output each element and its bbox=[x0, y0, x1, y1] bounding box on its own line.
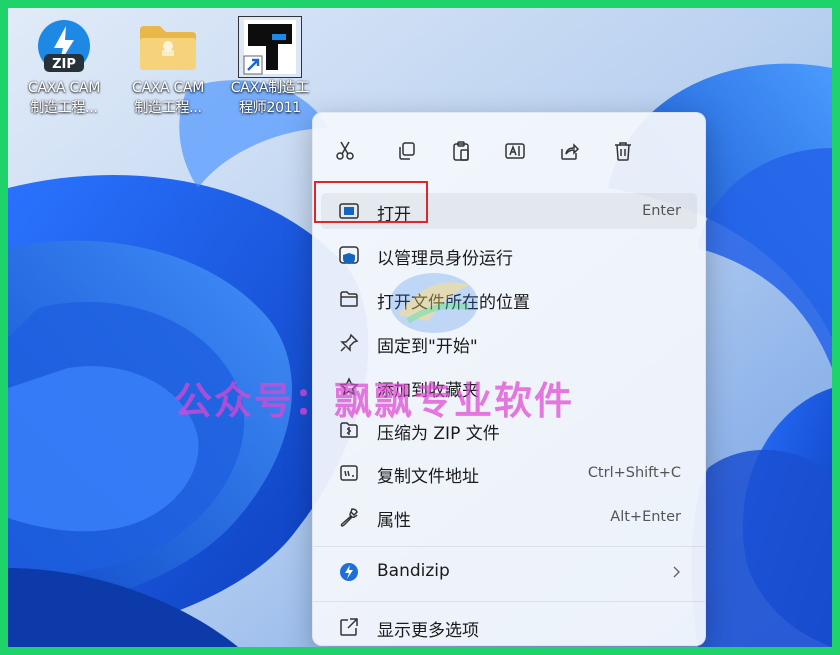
menu-item-label: 显示更多选项 bbox=[377, 621, 479, 641]
zip-badge-text: ZIP bbox=[52, 57, 76, 72]
menu-item-show-more-options[interactable]: 显示更多选项 bbox=[321, 609, 697, 645]
rename-icon bbox=[505, 143, 525, 159]
pin-icon bbox=[340, 333, 359, 352]
desktop-icon-label-line1: CAXA CAM bbox=[27, 80, 100, 96]
zip-archive-icon: ZIP bbox=[38, 20, 90, 72]
menu-item-pin-to-start[interactable]: 固定到"开始" bbox=[321, 325, 697, 361]
menu-item-open-file-location[interactable]: 打开文件所在的位置 bbox=[321, 281, 697, 317]
desktop-icon-caxa-cam-folder[interactable]: CAXA CAM 制造工程... bbox=[120, 16, 216, 118]
menu-separator bbox=[313, 546, 705, 547]
caxa-app-shortcut-icon bbox=[237, 15, 303, 79]
menu-item-shortcut: Alt+Enter bbox=[610, 509, 681, 525]
context-menu-toolbar bbox=[313, 113, 705, 185]
wrench-icon bbox=[340, 508, 358, 527]
desktop-icon-label-line2: 制造工程... bbox=[30, 100, 98, 116]
copy-button[interactable] bbox=[391, 135, 423, 167]
chevron-right-icon bbox=[673, 566, 680, 578]
folder-open-icon bbox=[340, 291, 358, 307]
paste-button[interactable] bbox=[445, 135, 477, 167]
desktop-icon-label-line2: 制造工程... bbox=[134, 100, 202, 116]
paste-icon bbox=[453, 141, 469, 161]
more-options-icon bbox=[340, 618, 358, 636]
cut-button[interactable] bbox=[329, 135, 361, 167]
copy-icon bbox=[399, 142, 415, 160]
share-icon bbox=[561, 143, 580, 160]
folder-icon bbox=[140, 26, 196, 70]
shield-run-icon bbox=[339, 246, 359, 264]
copy-path-icon bbox=[340, 465, 358, 481]
menu-item-run-as-admin[interactable]: 以管理员身份运行 bbox=[321, 237, 697, 273]
menu-item-bandizip[interactable]: Bandizip bbox=[321, 554, 697, 590]
menu-item-copy-path[interactable]: 复制文件地址 Ctrl+Shift+C bbox=[321, 455, 697, 491]
menu-separator bbox=[313, 601, 705, 602]
menu-item-properties[interactable]: 属性 Alt+Enter bbox=[321, 499, 697, 535]
watermark-logo bbox=[390, 273, 478, 333]
desktop-icon-label-line1: CAXA制造工 bbox=[230, 80, 310, 96]
menu-item-label: 复制文件地址 bbox=[377, 467, 479, 487]
menu-item-label: 属性 bbox=[377, 511, 411, 531]
red-highlight-box bbox=[314, 181, 428, 223]
desktop: ZIP CAXA CAM 制造工程... CAXA CAM 制造工程... CA… bbox=[8, 8, 832, 647]
menu-item-label: Bandizip bbox=[377, 561, 450, 581]
share-button[interactable] bbox=[553, 135, 585, 167]
desktop-icon-label-line2: 程师2011 bbox=[239, 100, 301, 116]
desktop-icon-label-line1: CAXA CAM bbox=[131, 80, 204, 96]
menu-item-shortcut: Enter bbox=[642, 203, 681, 219]
bandizip-icon bbox=[340, 563, 358, 581]
menu-item-shortcut: Ctrl+Shift+C bbox=[587, 465, 681, 481]
delete-icon bbox=[615, 142, 631, 161]
cut-icon bbox=[336, 141, 354, 160]
rename-button[interactable] bbox=[499, 135, 531, 167]
delete-button[interactable] bbox=[607, 135, 639, 167]
watermark-text: 公众号：飘飘专业软件 bbox=[174, 379, 575, 423]
desktop-icon-caxa-cam-zip[interactable]: ZIP CAXA CAM 制造工程... bbox=[16, 16, 112, 118]
desktop-icon-caxa-2011[interactable]: CAXA制造工 程师2011 bbox=[222, 15, 318, 118]
